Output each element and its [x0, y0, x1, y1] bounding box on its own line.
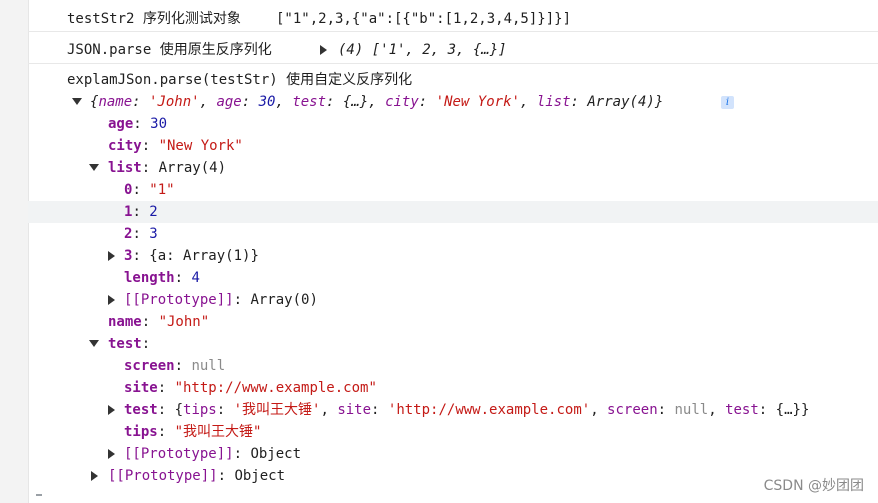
expand-arrow-icon[interactable]: [108, 251, 115, 261]
object-preview[interactable]: {name: 'John', age: 30, test: {…}, city:…: [90, 91, 663, 113]
prop-test[interactable]: test:: [28, 333, 878, 355]
prop-key: 1: [124, 204, 133, 220]
test-test[interactable]: test: {tips: '我叫王大锤', site: 'http://www.…: [28, 399, 878, 421]
prop-key: length: [124, 270, 175, 286]
prop-key: list: [108, 160, 142, 176]
console-message-custom-parse: explamJSon.parse(testStr) 使用自定义反序列化: [28, 69, 878, 91]
expand-arrow-icon[interactable]: [108, 295, 115, 305]
prop-value: 4: [191, 270, 200, 286]
root-object-row[interactable]: {name: 'John', age: 30, test: {…}, city:…: [28, 91, 878, 113]
expand-arrow-icon[interactable]: [89, 164, 99, 171]
prop-value: 30: [150, 116, 168, 132]
prop-value: null: [191, 358, 226, 374]
prop-key: age: [108, 116, 134, 132]
expand-arrow-icon[interactable]: [320, 45, 327, 55]
expand-arrow-icon[interactable]: [72, 98, 82, 105]
prop-key: [[Prototype]]: [124, 446, 234, 462]
prop-key: name: [108, 314, 142, 330]
message-value: ["1",2,3,{"a":[{"b":[1,2,3,4,5]}]}]: [276, 11, 572, 27]
prop-key: [[Prototype]]: [108, 468, 218, 484]
prop-key: city: [108, 138, 142, 154]
test-tips: tips: "我叫王大锤": [124, 424, 262, 440]
test-site: site: "http://www.example.com": [124, 380, 377, 396]
test-screen: screen: null: [124, 358, 226, 374]
list-item-0: 0: "1": [124, 182, 175, 198]
prop-key: site: [124, 380, 158, 396]
expand-arrow-icon[interactable]: [108, 405, 115, 415]
prop-key: tips: [124, 424, 158, 440]
prop-value: Object: [250, 446, 302, 462]
message-label: testStr2 序列化测试对象: [67, 11, 241, 27]
console-message-teststr2: testStr2 序列化测试对象 ["1",2,3,{"a":[{"b":[1,…: [28, 7, 878, 32]
prop-key: test: [124, 402, 158, 418]
test-prototype[interactable]: [[Prototype]]: Object: [28, 443, 878, 465]
root-prototype[interactable]: [[Prototype]]: Object: [28, 465, 878, 487]
prop-value: {a: Array(1)}: [149, 248, 259, 264]
array-preview[interactable]: (4) ['1', 2, 3, {…}]: [338, 37, 507, 63]
message-label: JSON.parse 使用原生反序列化: [67, 42, 272, 58]
prop-key: 2: [124, 226, 133, 242]
expand-arrow-icon[interactable]: [89, 340, 99, 347]
prop-age: age: 30: [108, 116, 168, 132]
list-item-2: 2: 3: [124, 226, 158, 242]
list-item-1: 1: 2: [28, 201, 878, 223]
prop-key: screen: [124, 358, 175, 374]
info-icon[interactable]: i: [721, 96, 734, 109]
prop-value: Object: [234, 468, 286, 484]
prop-value: Array(0): [250, 292, 318, 308]
list-prototype[interactable]: [[Prototype]]: Array(0): [28, 289, 878, 311]
list-length: length: 4: [124, 270, 200, 286]
prompt-marker: [36, 494, 42, 496]
expand-arrow-icon[interactable]: [91, 471, 98, 481]
prop-key: 3: [124, 248, 133, 264]
prop-value: 3: [149, 226, 158, 242]
expand-arrow-icon[interactable]: [108, 449, 115, 459]
prop-value: "我叫王大锤": [174, 424, 262, 440]
console-gutter: [0, 0, 29, 503]
prop-key: 0: [124, 182, 133, 198]
prop-value: "http://www.example.com": [174, 380, 377, 396]
prop-name: name: "John": [108, 314, 210, 330]
console-message-json-parse: JSON.parse 使用原生反序列化 (4) ['1', 2, 3, {…}]: [28, 37, 878, 64]
prop-value: "New York": [158, 138, 243, 154]
list-item-3[interactable]: 3: {a: Array(1)}: [28, 245, 878, 267]
message-label: explamJSon.parse(testStr) 使用自定义反序列化: [67, 72, 413, 88]
prop-value: 2: [149, 204, 158, 220]
prop-value: Array(4): [158, 160, 227, 176]
watermark: CSDN @妙团团: [763, 478, 864, 494]
prop-key: test: [108, 336, 142, 352]
prop-value: "1": [149, 182, 175, 198]
prop-value: "John": [158, 314, 210, 330]
prop-city: city: "New York": [108, 138, 243, 154]
prop-list[interactable]: list: Array(4): [28, 157, 878, 179]
prop-key: [[Prototype]]: [124, 292, 234, 308]
